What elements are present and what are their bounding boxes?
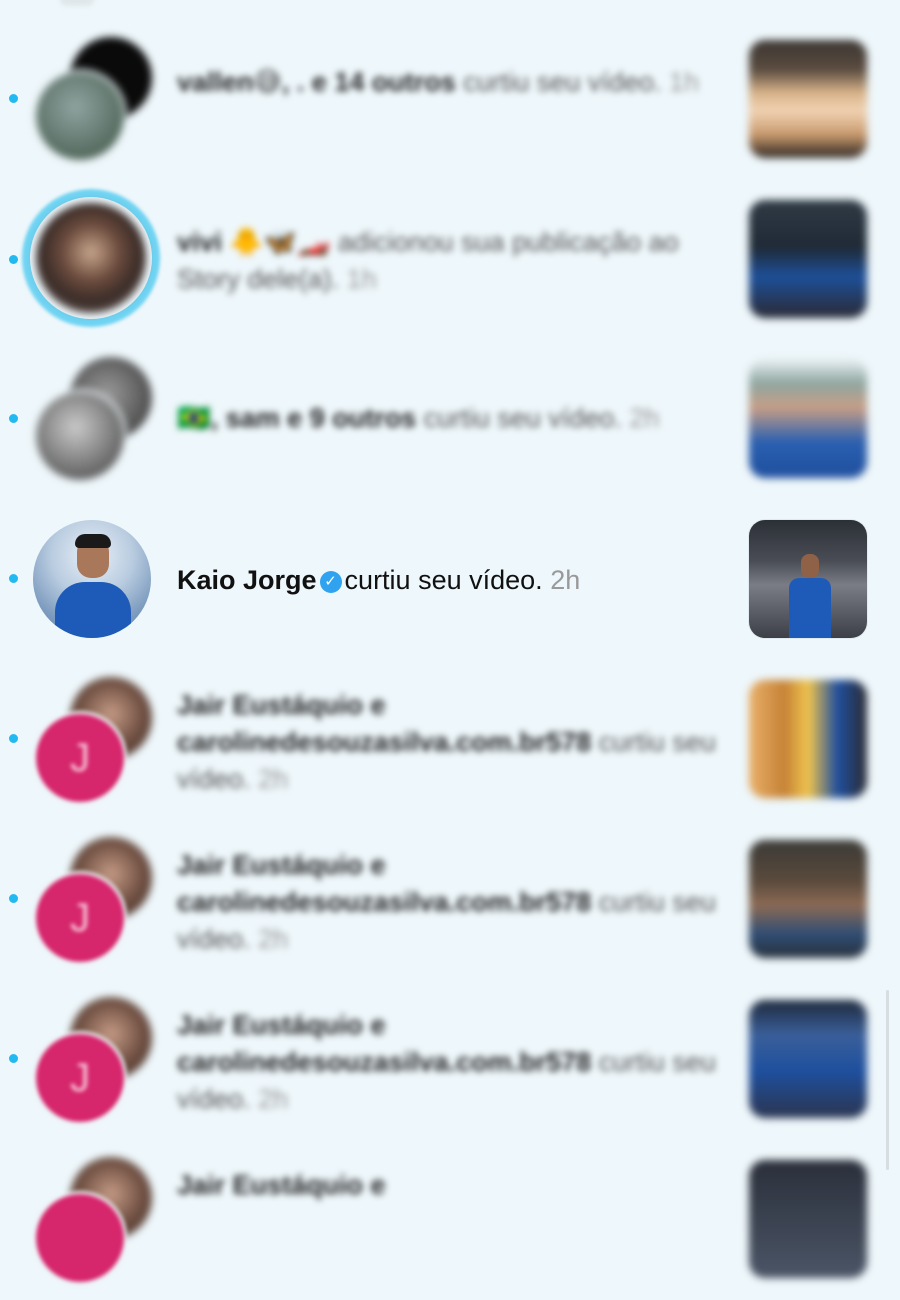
- letter-avatar: J: [33, 1031, 127, 1125]
- unread-dot-icon: [9, 574, 18, 583]
- stacked-avatars[interactable]: J: [30, 675, 155, 805]
- post-thumbnail[interactable]: [749, 680, 867, 798]
- notification-row[interactable]: Jair Eustáquio e: [0, 1140, 900, 1300]
- action-text: curtiu seu vídeo.: [463, 67, 662, 97]
- username[interactable]: Jair Eustáquio e carolinedesouzasilva.co…: [177, 1010, 591, 1077]
- action-text: curtiu seu vídeo.: [344, 565, 543, 595]
- top-edge-fragment: [60, 0, 94, 6]
- avatar-hair: [75, 534, 111, 548]
- notification-row[interactable]: J Jair Eustáquio e carolinedesouzasilva.…: [0, 820, 900, 980]
- stacked-avatars[interactable]: [30, 1155, 155, 1285]
- notification-row[interactable]: J Jair Eustáquio e carolinedesouzasilva.…: [0, 980, 900, 1140]
- scrollbar[interactable]: [886, 990, 889, 1170]
- notification-row[interactable]: 🇧🇷, sam e 9 outros curtiu seu vídeo. 2h: [0, 340, 900, 500]
- letter-avatar: J: [33, 871, 127, 965]
- username[interactable]: vivi: [177, 227, 222, 257]
- post-thumbnail[interactable]: [749, 1160, 867, 1278]
- username[interactable]: Jair Eustáquio e carolinedesouzasilva.co…: [177, 690, 591, 757]
- username[interactable]: vallen: [177, 67, 254, 97]
- post-thumbnail[interactable]: [749, 40, 867, 158]
- other-users: , sam e 9 outros: [210, 403, 417, 433]
- timestamp: 2h: [258, 1084, 289, 1114]
- avatar[interactable]: [33, 520, 151, 638]
- action-text: curtiu seu vídeo.: [423, 403, 622, 433]
- notification-text[interactable]: Jair Eustáquio e carolinedesouzasilva.co…: [177, 847, 722, 958]
- activity-feed: vallen😅, . e 14 outros curtiu seu vídeo.…: [0, 0, 900, 1285]
- timestamp: 2h: [258, 924, 289, 954]
- unread-dot-icon: [9, 1054, 18, 1063]
- other-users: , . e 14 outros: [281, 67, 456, 97]
- timestamp: 2h: [629, 403, 660, 433]
- username[interactable]: Jair Eustáquio e: [177, 1170, 386, 1200]
- thumbnail-player: [789, 578, 831, 638]
- stacked-avatars[interactable]: [30, 355, 155, 483]
- notification-row[interactable]: J Jair Eustáquio e carolinedesouzasilva.…: [0, 660, 900, 820]
- emoji-icon: 🇧🇷: [177, 403, 211, 433]
- post-thumbnail[interactable]: [749, 1000, 867, 1118]
- timestamp: 1h: [668, 67, 699, 97]
- emoji-icon: 😅: [253, 67, 282, 97]
- notification-text[interactable]: Jair Eustáquio e carolinedesouzasilva.co…: [177, 1007, 722, 1118]
- username[interactable]: Kaio Jorge: [177, 565, 317, 595]
- notification-text[interactable]: Kaio Jorge ✓ curtiu seu vídeo. 2h: [177, 562, 722, 599]
- stacked-avatars[interactable]: [30, 35, 155, 163]
- stacked-avatars[interactable]: J: [30, 835, 155, 965]
- post-thumbnail[interactable]: [749, 360, 867, 478]
- story-avatar[interactable]: [22, 189, 160, 327]
- unread-dot-icon: [9, 94, 18, 103]
- thumbnail-face: [801, 554, 819, 578]
- post-thumbnail[interactable]: [749, 840, 867, 958]
- notification-text[interactable]: Jair Eustáquio e: [177, 1167, 722, 1204]
- letter-avatar: J: [33, 711, 127, 805]
- avatar-jersey: [55, 582, 131, 638]
- timestamp: 1h: [346, 264, 377, 294]
- unread-dot-icon: [9, 414, 18, 423]
- avatar: [36, 203, 146, 313]
- post-thumbnail[interactable]: [749, 520, 867, 638]
- avatar: [33, 69, 127, 163]
- notification-text[interactable]: 🇧🇷, sam e 9 outros curtiu seu vídeo. 2h: [177, 400, 722, 437]
- unread-dot-icon: [9, 255, 18, 264]
- timestamp: 2h: [258, 764, 289, 794]
- notification-text[interactable]: vivi 🐥🦋🏎️ adicionou sua publicação ao St…: [177, 224, 722, 298]
- notification-text[interactable]: vallen😅, . e 14 outros curtiu seu vídeo.…: [177, 64, 722, 101]
- stacked-avatars[interactable]: J: [30, 995, 155, 1125]
- notification-text[interactable]: Jair Eustáquio e carolinedesouzasilva.co…: [177, 687, 722, 798]
- post-thumbnail[interactable]: [749, 200, 867, 318]
- username[interactable]: Jair Eustáquio e carolinedesouzasilva.co…: [177, 850, 591, 917]
- timestamp: 2h: [550, 565, 581, 595]
- emoji-icon: 🐥🦋🏎️: [229, 227, 331, 257]
- unread-dot-icon: [9, 734, 18, 743]
- notification-row[interactable]: vivi 🐥🦋🏎️ adicionou sua publicação ao St…: [0, 180, 900, 340]
- unread-dot-icon: [9, 894, 18, 903]
- notification-row[interactable]: Kaio Jorge ✓ curtiu seu vídeo. 2h: [0, 500, 900, 660]
- avatar: [33, 389, 127, 483]
- verified-badge-icon: ✓: [319, 571, 342, 593]
- notification-row[interactable]: vallen😅, . e 14 outros curtiu seu vídeo.…: [0, 20, 900, 180]
- letter-avatar: [33, 1191, 127, 1285]
